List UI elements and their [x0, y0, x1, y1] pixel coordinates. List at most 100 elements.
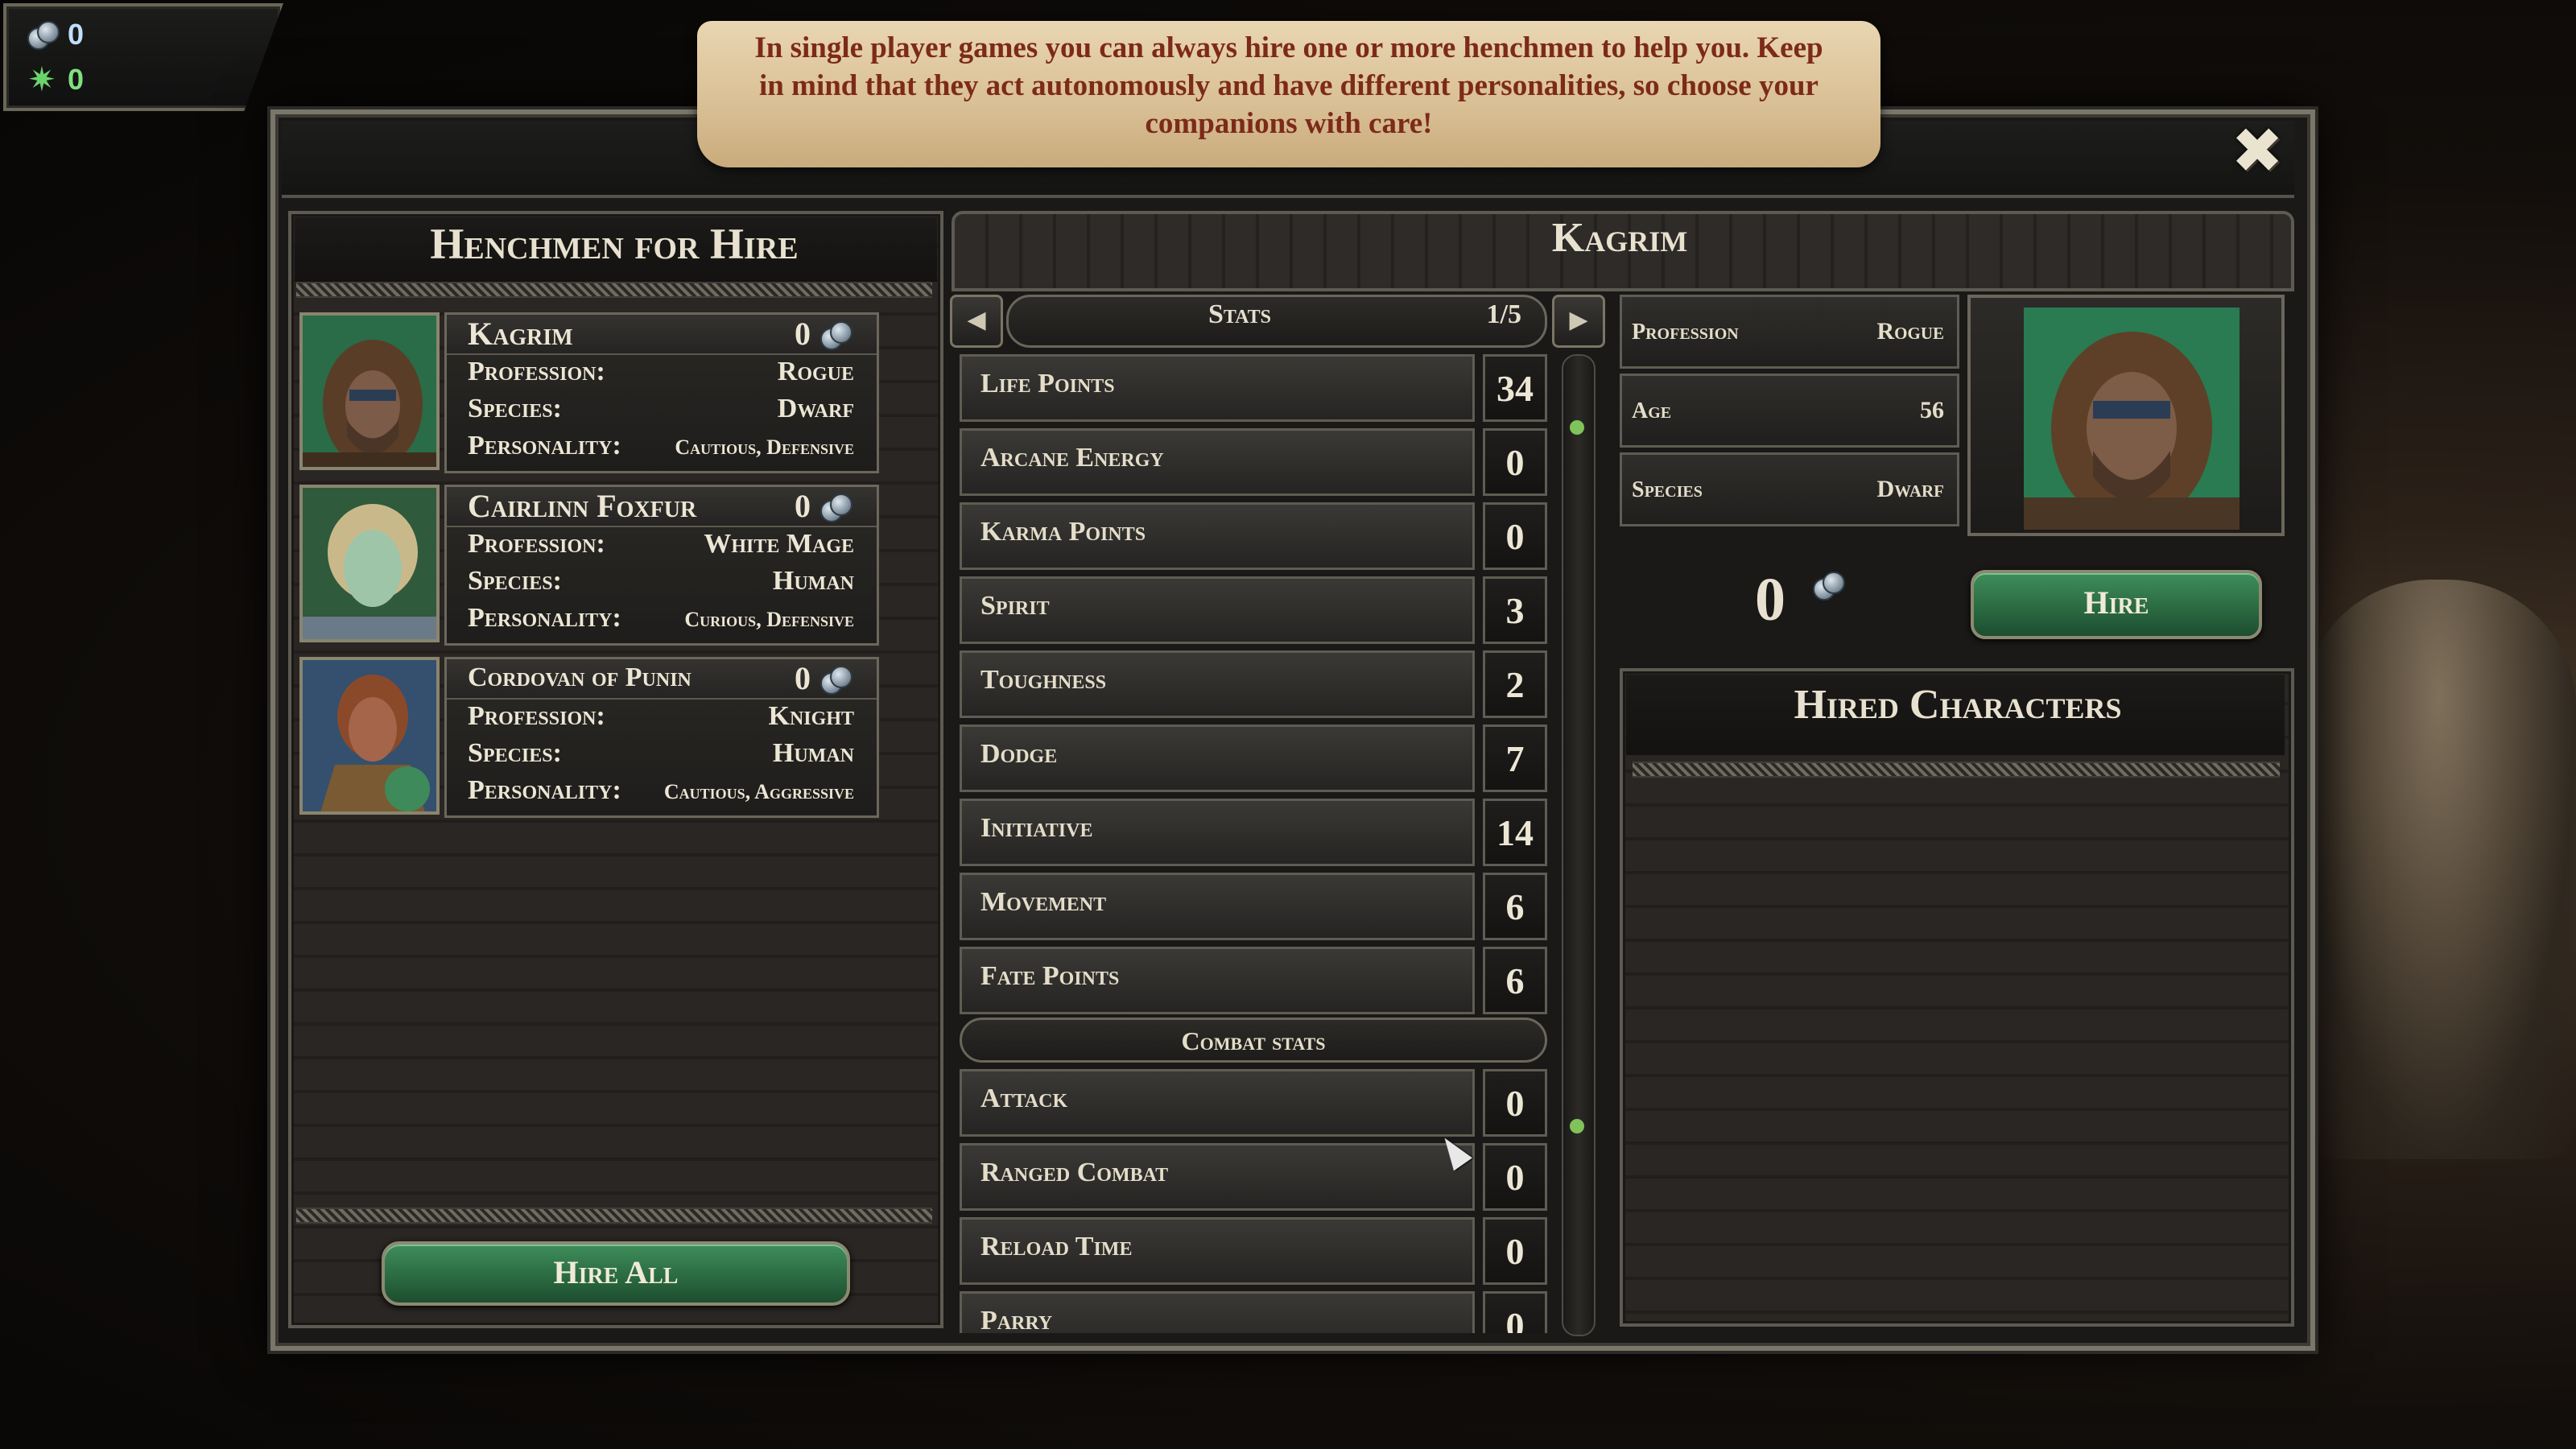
coin-icon — [819, 493, 852, 522]
personality-value: Cautious, Aggressive — [663, 780, 854, 803]
combat-stats-header: Combat stats — [960, 1018, 1547, 1063]
detail-label: Profession — [1632, 320, 1739, 345]
portrait-cordovan — [299, 657, 440, 815]
henchman-name: Kagrim — [468, 316, 573, 352]
character-name: Kagrim — [1551, 215, 1688, 261]
henchman-cost: 0 — [795, 488, 811, 524]
fate-star-icon: ✷ — [27, 60, 56, 99]
detail-value: 56 — [1920, 397, 1944, 423]
chain-divider — [296, 1208, 932, 1224]
henchman-card-cordovan[interactable]: Cordovan of Punin 0 Profession: Knight S… — [299, 657, 881, 818]
stat-value: 34 — [1483, 354, 1547, 422]
stat-value: 0 — [1483, 502, 1547, 570]
stat-label: Karma Points — [980, 517, 1146, 547]
stats-scrollbar[interactable] — [1562, 354, 1596, 1336]
stat-label: Fate Points — [980, 961, 1120, 991]
detail-row: Profession Rogue — [1620, 295, 1959, 369]
stat-row: Attack 0 — [960, 1069, 1547, 1138]
profession-value: Knight — [768, 701, 854, 731]
species-value: Human — [772, 738, 854, 768]
stat-value: 6 — [1483, 947, 1547, 1014]
stat-row: Dodge 7 — [960, 724, 1547, 794]
stat-label: Dodge — [980, 739, 1058, 769]
arrow-right-icon[interactable]: ▶ — [1552, 295, 1605, 348]
arrow-left-icon[interactable]: ◀ — [950, 295, 1003, 348]
stat-row: Karma Points 0 — [960, 502, 1547, 572]
personality-label: Personality: — [468, 431, 621, 460]
stat-row: Toughness 2 — [960, 650, 1547, 720]
hint-tooltip: In single player games you can always hi… — [697, 21, 1880, 167]
stat-label: Movement — [980, 887, 1107, 917]
hired-characters-title: Hired Characters — [1794, 682, 2122, 728]
stat-label: Arcane Energy — [980, 443, 1164, 473]
species-label: Species: — [468, 738, 562, 768]
species-label: Species: — [468, 566, 562, 596]
stat-value: 0 — [1483, 1143, 1547, 1211]
profession-label: Profession: — [468, 529, 605, 559]
henchman-cost: 0 — [795, 316, 811, 352]
coin-icon — [819, 666, 852, 695]
stat-label: Reload Time — [980, 1232, 1133, 1261]
henchman-name: Cordovan of Punin — [468, 663, 691, 692]
species-value: Dwarf — [777, 394, 854, 423]
detail-row: Species Dwarf — [1620, 452, 1959, 526]
hire-button[interactable]: Hire — [1971, 570, 2262, 639]
coin-counter: 0 — [26, 18, 84, 52]
profession-value: White Mage — [704, 529, 854, 559]
scroll-thumb-top[interactable] — [1570, 420, 1584, 435]
close-icon[interactable]: ✖ — [2228, 120, 2286, 183]
fate-counter: ✷ 0 — [26, 63, 84, 97]
stat-value: 0 — [1483, 1217, 1547, 1285]
stat-row: Life Points 34 — [960, 354, 1547, 423]
chain-divider — [296, 282, 932, 298]
hire-price: 0 — [1755, 566, 1785, 634]
coin-icon — [26, 21, 60, 50]
profession-label: Profession: — [468, 701, 605, 731]
detail-value: Rogue — [1876, 318, 1944, 345]
personality-label: Personality: — [468, 775, 621, 805]
stat-value: 7 — [1483, 724, 1547, 792]
portrait-kagrim — [299, 312, 440, 470]
henchman-card-cairlinn[interactable]: Cairlinn Foxfur 0 Profession: White Mage… — [299, 485, 881, 646]
species-value: Human — [772, 566, 854, 596]
stat-label: Ranged Combat — [980, 1158, 1169, 1187]
stat-value: 6 — [1483, 873, 1547, 940]
stat-label: Life Points — [980, 369, 1115, 398]
resource-panel: 0 ✷ 0 — [3, 3, 283, 111]
personality-label: Personality: — [468, 603, 621, 633]
stat-value: 0 — [1483, 1291, 1547, 1333]
stats-label: Stats — [1208, 299, 1272, 329]
henchman-card-kagrim[interactable]: Kagrim 0 Profession: Rogue Species: Dwar… — [299, 312, 881, 473]
henchman-name: Cairlinn Foxfur — [468, 488, 697, 524]
detail-label: Age — [1632, 398, 1672, 423]
stat-label: Toughness — [980, 665, 1107, 695]
coin-count: 0 — [68, 18, 85, 51]
chain-divider — [1633, 762, 2280, 778]
scroll-thumb-bottom[interactable] — [1570, 1119, 1584, 1133]
fate-count: 0 — [68, 63, 85, 96]
stat-row: Spirit 3 — [960, 576, 1547, 646]
profession-label: Profession: — [468, 357, 605, 386]
hire-all-button[interactable]: Hire All — [382, 1241, 850, 1306]
stat-row: Parry 0 — [960, 1291, 1547, 1333]
stat-label: Spirit — [980, 591, 1050, 621]
detail-value: Dwarf — [1876, 476, 1945, 502]
coin-icon — [819, 321, 852, 350]
stat-row: Movement 6 — [960, 873, 1547, 942]
henchman-info: Cairlinn Foxfur 0 Profession: White Mage… — [444, 485, 879, 646]
detail-row: Age 56 — [1620, 374, 1959, 448]
henchman-cost: 0 — [795, 660, 811, 696]
stat-value: 14 — [1483, 799, 1547, 866]
stat-row: Reload Time 0 — [960, 1217, 1547, 1286]
personality-value: Cautious, Defensive — [675, 436, 854, 459]
background-npc — [2302, 580, 2576, 1159]
selected-portrait — [1967, 295, 2285, 536]
henchman-info: Kagrim 0 Profession: Rogue Species: Dwar… — [444, 312, 879, 473]
stat-label: Attack — [980, 1084, 1068, 1113]
species-label: Species: — [468, 394, 562, 423]
henchmen-list-title: Henchmen for Hire — [430, 220, 799, 268]
stat-value: 3 — [1483, 576, 1547, 644]
stat-value: 2 — [1483, 650, 1547, 718]
stat-row: Fate Points 6 — [960, 947, 1547, 1016]
profession-value: Rogue — [777, 357, 854, 386]
